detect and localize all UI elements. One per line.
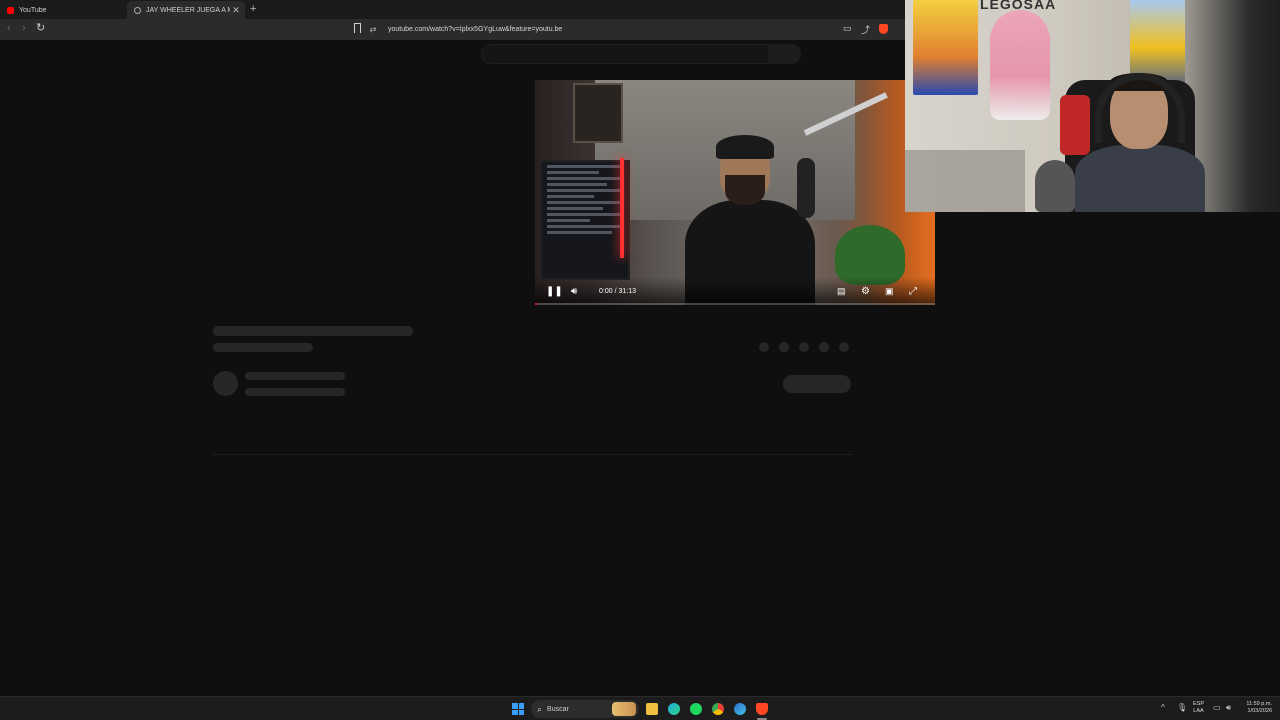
subscribe-skeleton (783, 375, 851, 393)
progress-bar[interactable] (535, 303, 935, 305)
shelf (905, 150, 1025, 212)
neon-light (620, 158, 624, 258)
lang-line2: LAA (1193, 708, 1204, 714)
bookmark-icon[interactable] (354, 23, 361, 33)
taskbar-search[interactable]: ⌕ Buscar (531, 700, 639, 718)
tab-label: YouTube (19, 6, 47, 14)
reader-mode-icon[interactable]: ▭ (843, 23, 852, 34)
miniplayer-icon[interactable]: ▣ (885, 286, 894, 297)
action-dot-skeleton (779, 342, 789, 352)
lang-line1: ESP (1193, 701, 1205, 707)
subtitle-skeleton (213, 343, 313, 352)
chat-monitor (540, 160, 630, 280)
time-display: 0:00 / 31:13 (599, 288, 636, 295)
clock[interactable]: 11:59 p.m. 1/03/2026 (1240, 701, 1272, 715)
fullscreen-icon[interactable]: ⤢ (909, 286, 917, 297)
divider (213, 454, 853, 455)
edge-icon[interactable] (668, 703, 680, 715)
microphone-icon[interactable]: 🎙︎ (1177, 703, 1187, 712)
brave-icon[interactable] (756, 703, 768, 715)
webcam-microphone (1035, 160, 1075, 212)
search-icon: ⌕ (537, 703, 543, 714)
search-label: Buscar (547, 705, 569, 713)
webcam-person (1075, 65, 1205, 212)
wall-frame (573, 83, 623, 143)
pause-icon[interactable]: ❚❚ (546, 286, 563, 297)
forward-icon[interactable]: › (22, 22, 26, 34)
tab-label: JAY WHEELER JUEGA A MY VOI (146, 6, 230, 14)
subs-skeleton (245, 388, 345, 396)
url-text: youtube.com/watch?v=Iplxx5GYgLuw&feature… (388, 26, 563, 33)
globe-icon (134, 6, 141, 14)
share-icon[interactable]: ⤴ (861, 23, 870, 36)
tab-video-active[interactable]: JAY WHEELER JUEGA A MY VOI ✕ (127, 1, 245, 19)
reload-icon[interactable]: ↻ (36, 21, 45, 34)
webcam-overlay: LEGOSAA (905, 0, 1280, 212)
player-controls: ❚❚ 🔊︎ 0:00 / 31:13 ▤ ⚙ ▣ ⤢ (535, 277, 935, 305)
windows-taskbar: ⌕ Buscar ^ 🎙︎ ESP LAA ▭ 🔊︎ 11:59 p.m. 1/… (0, 696, 1280, 720)
wall-figure (990, 10, 1050, 120)
youtube-icon (7, 6, 14, 14)
action-dot-skeleton (799, 342, 809, 352)
search-button-skeleton (768, 44, 801, 64)
clock-time: 11:59 p.m. (1246, 701, 1272, 707)
volume-icon[interactable]: 🔊︎ (571, 286, 577, 297)
back-icon[interactable]: ‹ (7, 22, 11, 34)
title-skeleton (213, 326, 413, 336)
microphone (797, 158, 815, 218)
windows-start-icon[interactable] (512, 703, 524, 715)
clock-date: 1/03/2026 (1247, 708, 1272, 714)
edge-alt-icon[interactable] (734, 703, 746, 715)
action-dot-skeleton (819, 342, 829, 352)
action-dot-skeleton (759, 342, 769, 352)
action-dot-skeleton (839, 342, 849, 352)
search-highlight-icon (612, 702, 636, 716)
language-indicator[interactable]: ESP LAA (1193, 701, 1204, 715)
avatar-skeleton (213, 371, 238, 396)
site-info-icon[interactable]: ⇄ (368, 25, 378, 34)
brave-shield-icon[interactable] (879, 24, 888, 34)
file-explorer-icon[interactable] (646, 703, 658, 715)
volume-icon[interactable]: 🔊︎ (1226, 703, 1231, 713)
anime-poster (913, 0, 978, 95)
close-tab-icon[interactable]: ✕ (230, 5, 242, 16)
video-player[interactable]: ❚❚ 🔊︎ 0:00 / 31:13 ▤ ⚙ ▣ ⤢ (535, 80, 935, 305)
chevron-up-icon[interactable]: ^ (1161, 703, 1165, 712)
network-icon[interactable]: ▭ (1213, 703, 1221, 712)
channel-skeleton (245, 372, 345, 380)
settings-icon[interactable]: ⚙ (861, 286, 870, 297)
address-bar[interactable]: ⇄ youtube.com/watch?v=Iplxx5GYgLuw&featu… (368, 21, 908, 38)
tab-youtube[interactable]: YouTube (0, 1, 120, 19)
plant (835, 225, 905, 285)
subtitles-icon[interactable]: ▤ (837, 286, 846, 297)
spotify-icon[interactable] (690, 703, 702, 715)
chrome-icon[interactable] (712, 703, 724, 715)
search-box-skeleton (481, 44, 801, 64)
new-tab-button[interactable]: + (250, 3, 256, 15)
